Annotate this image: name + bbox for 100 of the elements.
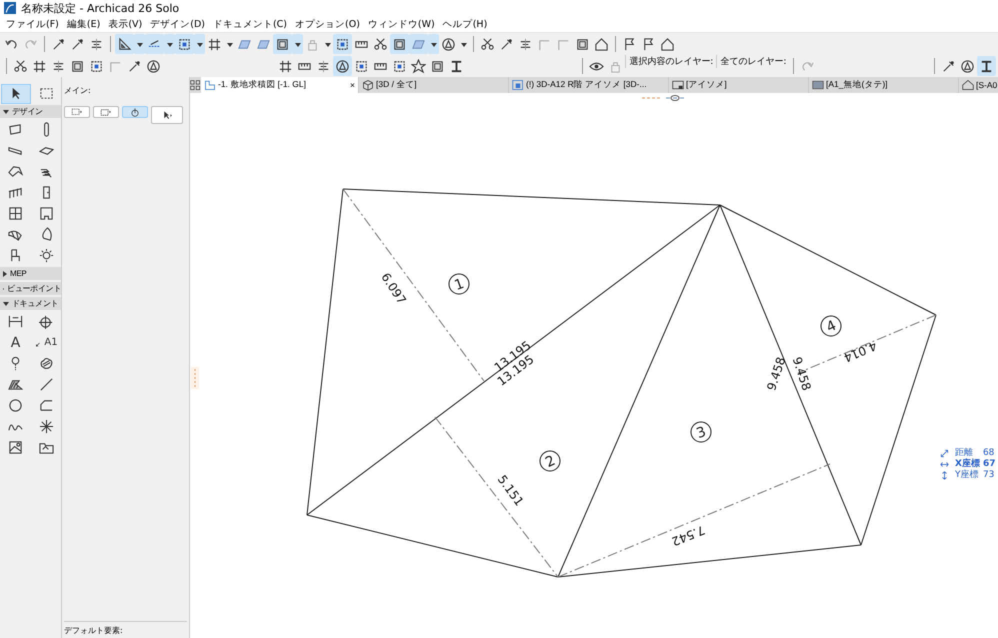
default-elements-label: デフォルト要素:	[64, 626, 123, 635]
lamp-icon	[39, 248, 54, 263]
toolbar-button[interactable]	[390, 34, 409, 54]
tool-button[interactable]: A	[0, 332, 30, 352]
readout-label: X座標	[955, 459, 980, 470]
horizontal-arrow-icon	[940, 460, 949, 469]
chair-icon	[8, 248, 23, 263]
tab-label: (!) 3D-A12 R階 アイソメ [3D-...	[526, 79, 647, 91]
toolbar-button[interactable]	[273, 34, 292, 54]
tab-label: [A1_無地(タテ)]	[826, 79, 888, 91]
tab-label: [アイソメ]	[686, 79, 727, 91]
toolbar-button[interactable]	[977, 56, 996, 76]
dropdown-button[interactable]	[194, 34, 205, 54]
flag-icon	[622, 36, 637, 52]
info-box-title: メイン:	[64, 85, 92, 96]
readout-value: 73	[982, 470, 996, 481]
readout-value: 68	[982, 448, 996, 459]
area-number-marker: 2	[540, 450, 560, 472]
house-icon	[594, 36, 609, 52]
dashed-rect-icon	[99, 106, 113, 118]
dotted-frame-icon	[70, 106, 84, 118]
circle-icon	[334, 58, 350, 74]
menu-item[interactable]: ヘルプ(H)	[438, 18, 492, 30]
menu-item[interactable]: ドキュメント(C)	[208, 18, 292, 30]
layout-icon	[672, 79, 684, 91]
readout-label: 距離	[955, 448, 974, 458]
eyedropper-icon	[941, 58, 956, 74]
circle-icon	[146, 58, 161, 74]
eyedropper-icon	[51, 36, 66, 52]
folder-icon	[39, 440, 54, 455]
dimension-icon	[8, 314, 23, 329]
window-icon	[8, 206, 23, 221]
square-icon	[392, 36, 407, 52]
marquee-icon	[39, 86, 54, 101]
circle-icon	[960, 58, 976, 74]
menu-item[interactable]: 表示(V)	[104, 18, 146, 30]
eyedropper-icon	[499, 36, 514, 52]
square-icon	[575, 36, 590, 52]
dropdown-button[interactable]	[292, 34, 303, 54]
crosshair-icon	[39, 314, 54, 329]
cloud-icon	[39, 356, 54, 371]
section-title: デザイン	[12, 106, 43, 117]
window-title: 名称未設定 - Archicad 26 Solo	[21, 0, 180, 16]
close-tab-button[interactable]: ×	[350, 80, 355, 90]
menu-item[interactable]: デザイン(D)	[146, 18, 209, 30]
caret-icon	[136, 40, 144, 48]
dimension-value: 9.458	[790, 355, 814, 392]
tool-button[interactable]: A1	[32, 332, 62, 352]
view-icon	[512, 79, 524, 91]
layer-label: 全てのレイヤー:	[716, 55, 790, 68]
wall-icon	[8, 122, 23, 137]
info-box-button[interactable]	[122, 106, 148, 118]
zone-icon	[39, 206, 54, 221]
floor-plan-icon	[204, 79, 216, 91]
toolbar-button[interactable]	[332, 56, 352, 76]
edge-marker-icon	[191, 367, 199, 389]
caret-icon	[324, 40, 332, 48]
railing-icon	[8, 185, 23, 200]
circle-icon	[441, 36, 456, 52]
toolbar-button[interactable]	[115, 34, 134, 54]
menu-item[interactable]: ファイル(F)	[2, 18, 63, 30]
tab-label: -1. 敷地求積図 [-1. GL]	[218, 79, 306, 91]
menu-item[interactable]: ウィンドウ(W)	[364, 18, 439, 30]
frame-icon	[335, 36, 350, 52]
toolbar-button[interactable]	[408, 56, 428, 76]
tab-label: [S-A0	[976, 80, 998, 90]
square-icon	[275, 36, 290, 52]
frame-icon	[177, 36, 192, 52]
view-tab[interactable]: -1. 敷地求積図 [-1. GL] ×	[201, 77, 359, 93]
toolbox-section-header[interactable]: ビューポイント	[0, 282, 61, 295]
readout-label: Y座標	[955, 470, 980, 481]
eye-marker-icon	[666, 95, 684, 101]
cube-icon	[362, 79, 374, 91]
star-icon	[410, 58, 426, 74]
tool-button[interactable]	[0, 84, 30, 104]
toolbox-section-header[interactable]: MEP	[0, 267, 61, 280]
area-number-marker: 1	[448, 274, 470, 294]
toolbox-section-header[interactable]: デザイン	[0, 105, 61, 118]
tab-grid-icon	[190, 80, 201, 90]
toolbox-section-header[interactable]: ドキュメント	[0, 297, 61, 310]
caret-icon	[430, 40, 438, 48]
frame-icon	[392, 58, 407, 74]
caret-icon	[226, 40, 234, 48]
toolbar-button[interactable]	[333, 34, 352, 54]
line-icon	[39, 377, 54, 392]
menu-item[interactable]: オプション(O)	[291, 18, 364, 30]
circle-icon	[8, 398, 23, 413]
eyedropper-icon	[127, 58, 142, 74]
master-layout-icon	[812, 79, 824, 91]
dimension-value: 7.542	[670, 522, 707, 549]
frame-icon	[89, 58, 104, 74]
caret-icon	[294, 40, 302, 48]
area-number-marker: 3	[690, 422, 712, 442]
roof-icon	[8, 164, 23, 179]
info-box-button[interactable]	[151, 106, 183, 124]
dropdown-button[interactable]	[428, 34, 439, 54]
menu-item[interactable]: 編集(E)	[62, 18, 104, 30]
info-box-button[interactable]	[93, 106, 119, 118]
scissors-icon	[373, 36, 388, 52]
distance-arrow-icon	[940, 449, 949, 458]
